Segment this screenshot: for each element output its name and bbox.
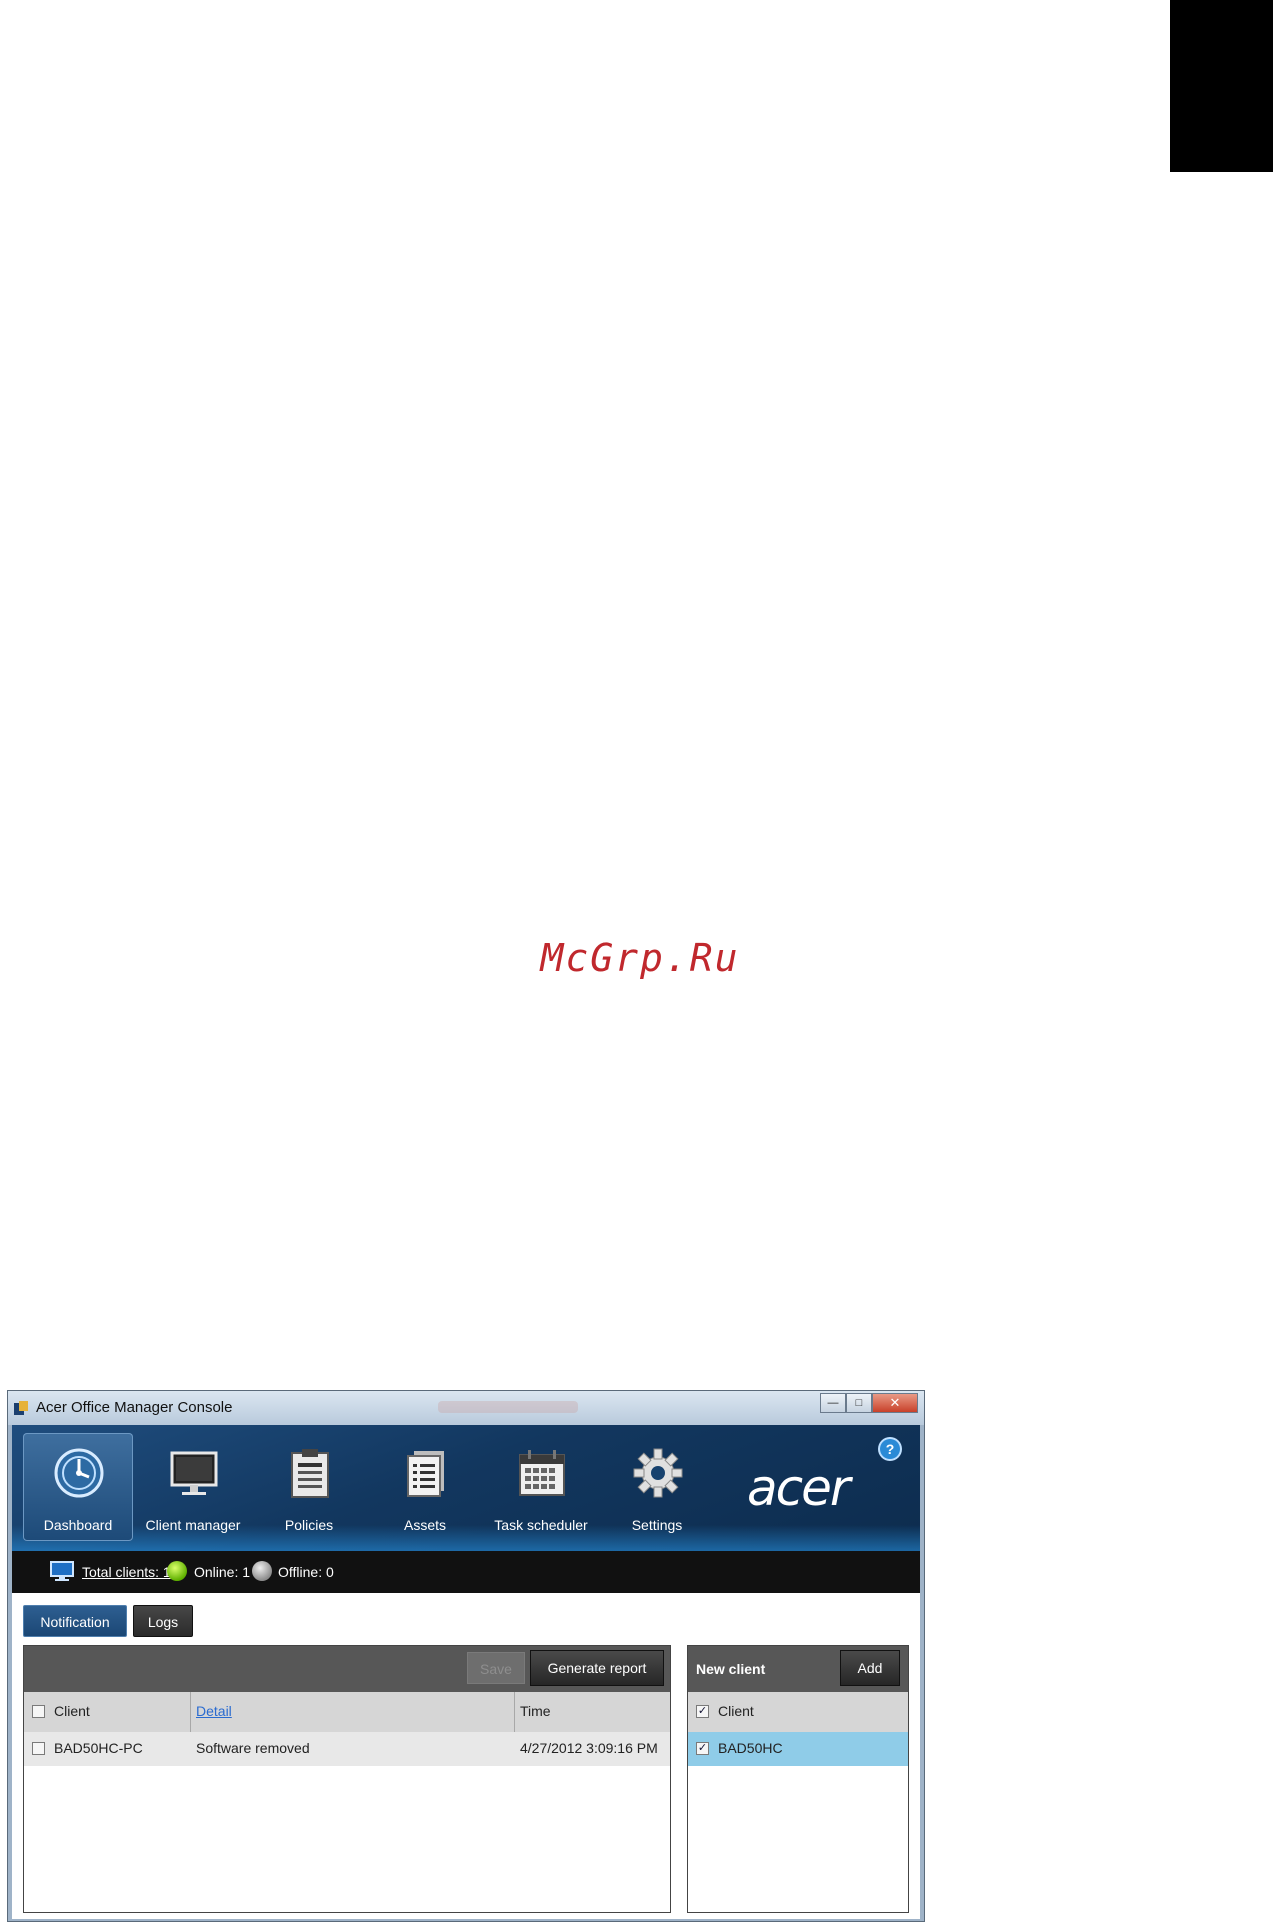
column-client[interactable]: Client — [54, 1703, 90, 1719]
close-button[interactable]: ✕ — [872, 1393, 918, 1413]
app-window: Acer Office Manager Console — □ ✕ Dashbo… — [7, 1390, 925, 1922]
new-client-title: New client — [696, 1661, 766, 1677]
clients-icon — [50, 1561, 74, 1581]
nav-client-manager-label: Client manager — [145, 1517, 241, 1533]
help-icon[interactable]: ? — [880, 1439, 900, 1459]
column-detail[interactable]: Detail — [196, 1703, 232, 1719]
acer-logo: acer — [747, 1459, 850, 1517]
new-client-toolbar: New client Add — [688, 1646, 908, 1692]
window-title: Acer Office Manager Console — [36, 1399, 233, 1416]
nav-task-scheduler[interactable]: Task scheduler — [486, 1433, 596, 1541]
offline-status-icon — [252, 1561, 272, 1581]
maximize-button[interactable]: □ — [846, 1393, 872, 1413]
row-detail: Software removed — [196, 1740, 310, 1756]
notification-panel: Save Generate report Client Detail Time … — [23, 1645, 671, 1913]
gear-icon — [633, 1448, 683, 1498]
column-divider — [190, 1692, 191, 1732]
nav-task-scheduler-label: Task scheduler — [494, 1517, 588, 1533]
new-client-header: ✓ Client — [688, 1692, 908, 1732]
watermark: McGrp.Ru — [540, 936, 740, 980]
client-checkbox[interactable]: ✓ — [696, 1742, 709, 1755]
total-clients-link[interactable]: Total clients: 1 — [82, 1564, 171, 1580]
documents-icon — [407, 1451, 444, 1497]
notification-toolbar: Save Generate report — [24, 1646, 670, 1692]
row-time: 4/27/2012 3:09:16 PM — [520, 1740, 658, 1756]
nav-assets-label: Assets — [403, 1517, 446, 1533]
nav-client-manager[interactable]: Client manager — [138, 1433, 248, 1541]
row-checkbox[interactable] — [32, 1742, 45, 1755]
nav-settings[interactable]: Settings — [602, 1433, 712, 1541]
list-item[interactable]: ✓ BAD50HC — [688, 1732, 908, 1766]
window-controls: — □ ✕ — [820, 1393, 918, 1413]
status-bar: Total clients: 1 Online: 1 Offline: 0 — [12, 1551, 920, 1593]
generate-report-button[interactable]: Generate report — [530, 1650, 664, 1686]
nav-policies-label: Policies — [284, 1517, 334, 1533]
select-all-checkbox[interactable] — [32, 1705, 45, 1718]
clipboard-icon — [291, 1449, 329, 1498]
nav-policies[interactable]: Policies — [254, 1433, 364, 1541]
title-bar: Acer Office Manager Console — □ ✕ — [8, 1391, 924, 1425]
select-all-clients-checkbox[interactable]: ✓ — [696, 1705, 709, 1718]
new-client-panel: New client Add ✓ Client ✓ BAD50HC — [687, 1645, 909, 1913]
dashboard-icon — [54, 1448, 104, 1498]
column-divider — [514, 1692, 515, 1732]
page-corner-tab — [1170, 0, 1273, 172]
app-icon — [14, 1401, 28, 1415]
nav-settings-label: Settings — [631, 1517, 683, 1533]
column-client[interactable]: Client — [718, 1703, 754, 1719]
nav-assets[interactable]: Assets — [370, 1433, 480, 1541]
table-header: Client Detail Time — [24, 1692, 670, 1732]
offline-count: Offline: 0 — [278, 1564, 334, 1580]
tab-logs[interactable]: Logs — [133, 1605, 193, 1637]
client-area: Dashboard Client manager Policies Assets… — [12, 1425, 920, 1919]
client-name: BAD50HC — [718, 1740, 783, 1756]
minimize-button[interactable]: — — [820, 1393, 846, 1413]
row-client: BAD50HC-PC — [54, 1740, 143, 1756]
nav-dashboard[interactable]: Dashboard — [23, 1433, 133, 1541]
online-status-icon — [167, 1561, 187, 1581]
monitor-icon — [170, 1451, 218, 1495]
table-row[interactable]: BAD50HC-PC Software removed 4/27/2012 3:… — [24, 1732, 670, 1766]
column-time[interactable]: Time — [520, 1703, 551, 1719]
nav-ribbon: Dashboard Client manager Policies Assets… — [12, 1425, 920, 1551]
online-count: Online: 1 — [194, 1564, 251, 1580]
add-button[interactable]: Add — [840, 1650, 900, 1686]
title-blur — [438, 1401, 578, 1413]
save-button[interactable]: Save — [467, 1652, 525, 1684]
calendar-icon — [519, 1450, 565, 1496]
nav-dashboard-label: Dashboard — [43, 1517, 113, 1533]
tab-notification[interactable]: Notification — [23, 1605, 127, 1637]
